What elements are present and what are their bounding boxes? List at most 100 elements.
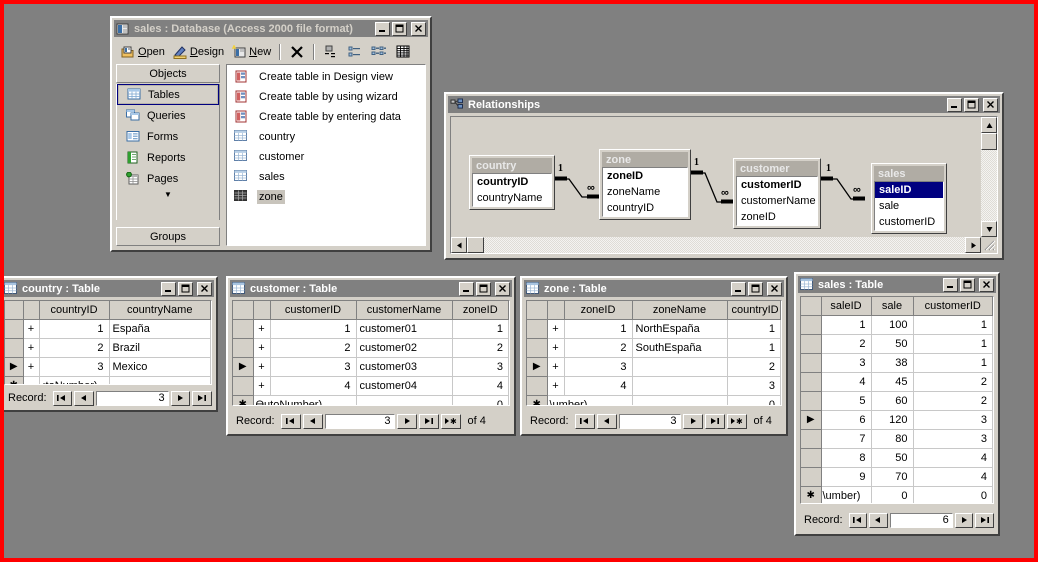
scrollbar-thumb[interactable] bbox=[981, 133, 997, 150]
new-record-marker[interactable]: ✱ bbox=[5, 376, 24, 384]
maximize-button[interactable] bbox=[392, 21, 407, 36]
last-record-button[interactable] bbox=[975, 512, 994, 528]
table-row[interactable]: ▶ 6 120 3 bbox=[801, 410, 993, 430]
record-number-input[interactable]: 6 bbox=[889, 512, 953, 528]
list-item-zone[interactable]: zone bbox=[227, 187, 425, 207]
list-item-create-wizard[interactable]: Create table by using wizard bbox=[227, 87, 425, 107]
expand-toggle[interactable]: + bbox=[23, 319, 40, 339]
expand-toggle[interactable]: + bbox=[253, 376, 271, 396]
cell-sale-new[interactable]: 0 bbox=[871, 486, 914, 503]
row-selector[interactable] bbox=[801, 467, 822, 487]
cell-sale[interactable]: 120 bbox=[871, 410, 914, 430]
sidebar-item-pages[interactable]: Pages bbox=[117, 168, 219, 189]
cell-zoneID[interactable]: 3 bbox=[564, 357, 633, 377]
sidebar-item-tables[interactable]: Tables bbox=[117, 84, 219, 105]
cell-customerName[interactable]: customer03 bbox=[356, 357, 453, 377]
list-item-sales[interactable]: sales bbox=[227, 167, 425, 187]
cell-countryID[interactable]: 3 bbox=[39, 357, 110, 377]
scrollbar-track[interactable] bbox=[467, 237, 965, 253]
table-row[interactable]: ▶ + 3 2 bbox=[527, 357, 781, 377]
cell-sale[interactable]: 80 bbox=[871, 429, 914, 449]
relationship-field[interactable]: sale bbox=[875, 198, 943, 214]
column-header-saleID[interactable]: saleID bbox=[821, 297, 872, 316]
table-row[interactable]: + 2 customer02 2 bbox=[233, 338, 509, 358]
cell-zoneID-new[interactable]: 0 bbox=[452, 395, 509, 405]
relationship-field[interactable]: zoneID bbox=[737, 209, 817, 225]
cell-customerName[interactable]: customer04 bbox=[356, 376, 453, 396]
cell-saleID[interactable]: 7 bbox=[821, 429, 872, 449]
relationship-table-customer[interactable]: customer customerID customerName zoneID bbox=[733, 158, 821, 229]
cell-customerID-new[interactable]: 0 bbox=[913, 486, 993, 503]
resize-grip[interactable] bbox=[981, 237, 997, 253]
table-row[interactable]: + 4 customer04 4 bbox=[233, 376, 509, 396]
database-window-titlebar[interactable]: sales : Database (Access 2000 file forma… bbox=[114, 20, 428, 37]
database-toolbar[interactable]: Open Design New bbox=[116, 40, 426, 64]
cell-saleID[interactable]: 8 bbox=[821, 448, 872, 468]
customer-table-grid[interactable]: customerID customerName zoneID + 1 custo… bbox=[233, 301, 509, 405]
cell-countryID[interactable]: 2 bbox=[727, 357, 781, 377]
cell-countryID[interactable]: 1 bbox=[39, 319, 110, 339]
close-button[interactable] bbox=[495, 281, 510, 296]
relationship-field[interactable]: countryName bbox=[473, 190, 551, 206]
sales-table-grid[interactable]: saleID sale customerID 1 100 1 2 50 1 3 … bbox=[801, 297, 993, 503]
objects-more-button[interactable]: ▼ bbox=[117, 189, 219, 199]
cell-customerID[interactable]: 2 bbox=[270, 338, 357, 358]
relationship-field[interactable]: customerID bbox=[737, 177, 817, 193]
relationship-field-selected[interactable]: saleID bbox=[875, 182, 943, 198]
cell-customerID[interactable]: 2 bbox=[913, 372, 993, 392]
new-record-row[interactable]: ✱ ıtoNumber) bbox=[5, 376, 211, 384]
minimize-button[interactable] bbox=[459, 281, 474, 296]
cell-zoneID[interactable]: 3 bbox=[452, 357, 509, 377]
cell-zoneName[interactable] bbox=[632, 376, 728, 396]
cell-zoneID[interactable]: 4 bbox=[452, 376, 509, 396]
delete-button[interactable] bbox=[286, 42, 308, 63]
zone-record-nav[interactable]: Record: 3 ✱ of 4 bbox=[526, 411, 782, 431]
cell-saleID[interactable]: 6 bbox=[821, 410, 872, 430]
scroll-down-button[interactable] bbox=[981, 221, 997, 237]
row-selector[interactable] bbox=[5, 338, 24, 358]
expand-toggle[interactable]: + bbox=[23, 357, 40, 377]
cell-customerID[interactable]: 3 bbox=[913, 410, 993, 430]
previous-record-button[interactable] bbox=[869, 512, 888, 528]
scroll-up-button[interactable] bbox=[981, 117, 997, 133]
previous-record-button[interactable] bbox=[74, 390, 94, 406]
relationships-diagram[interactable]: country countryID countryName zone zoneI… bbox=[451, 117, 981, 237]
cell-sale[interactable]: 50 bbox=[871, 334, 914, 354]
first-record-button[interactable] bbox=[280, 413, 301, 429]
scroll-left-button[interactable] bbox=[451, 237, 467, 253]
expand-toggle[interactable]: + bbox=[547, 319, 565, 339]
new-record-row[interactable]: ✱ \umber) 0 0 bbox=[801, 486, 993, 503]
cell-saleID-autonumber[interactable]: \umber) bbox=[821, 486, 872, 503]
cell-saleID[interactable]: 2 bbox=[821, 334, 872, 354]
expand-toggle[interactable]: + bbox=[547, 376, 565, 396]
cell-countryName-new[interactable] bbox=[109, 376, 211, 384]
customer-record-nav[interactable]: Record: 3 ✱ of 4 bbox=[232, 411, 510, 431]
relationships-window[interactable]: Relationships country countryID countryN… bbox=[444, 92, 1004, 260]
table-row[interactable]: + 1 NorthEspaña 1 bbox=[527, 319, 781, 339]
row-selector[interactable] bbox=[801, 334, 822, 354]
new-record-button[interactable]: ✱ bbox=[726, 413, 747, 429]
table-row[interactable]: + 2 Brazil bbox=[5, 338, 211, 358]
country-titlebar[interactable]: country : Table bbox=[4, 280, 214, 297]
cell-customerID[interactable]: 3 bbox=[913, 429, 993, 449]
new-record-marker[interactable]: ✱ bbox=[801, 486, 822, 503]
last-record-button[interactable] bbox=[192, 390, 212, 406]
cell-sale[interactable]: 38 bbox=[871, 353, 914, 373]
cell-countryID[interactable]: 1 bbox=[727, 338, 781, 358]
sidebar-item-queries[interactable]: Queries bbox=[117, 105, 219, 126]
last-record-button[interactable] bbox=[704, 413, 725, 429]
cell-zoneID-autonumber[interactable]: \umber) bbox=[547, 395, 633, 405]
relationships-horizontal-scrollbar[interactable] bbox=[451, 237, 981, 253]
row-selector[interactable] bbox=[801, 353, 822, 373]
relationship-field[interactable]: zoneName bbox=[603, 184, 687, 200]
column-header-customerID[interactable]: customerID bbox=[913, 297, 993, 316]
cell-customerID[interactable]: 4 bbox=[913, 467, 993, 487]
cell-customerID[interactable]: 1 bbox=[913, 334, 993, 354]
maximize-button[interactable] bbox=[476, 281, 491, 296]
cell-customerID[interactable]: 3 bbox=[270, 357, 357, 377]
cell-zoneID[interactable]: 2 bbox=[452, 338, 509, 358]
cell-countryName[interactable]: Brazil bbox=[109, 338, 211, 358]
sales-table-window[interactable]: sales : Table saleID sale customerID 1 1… bbox=[794, 272, 1000, 536]
large-icons-button[interactable] bbox=[320, 42, 342, 63]
cell-customerID[interactable]: 1 bbox=[913, 353, 993, 373]
